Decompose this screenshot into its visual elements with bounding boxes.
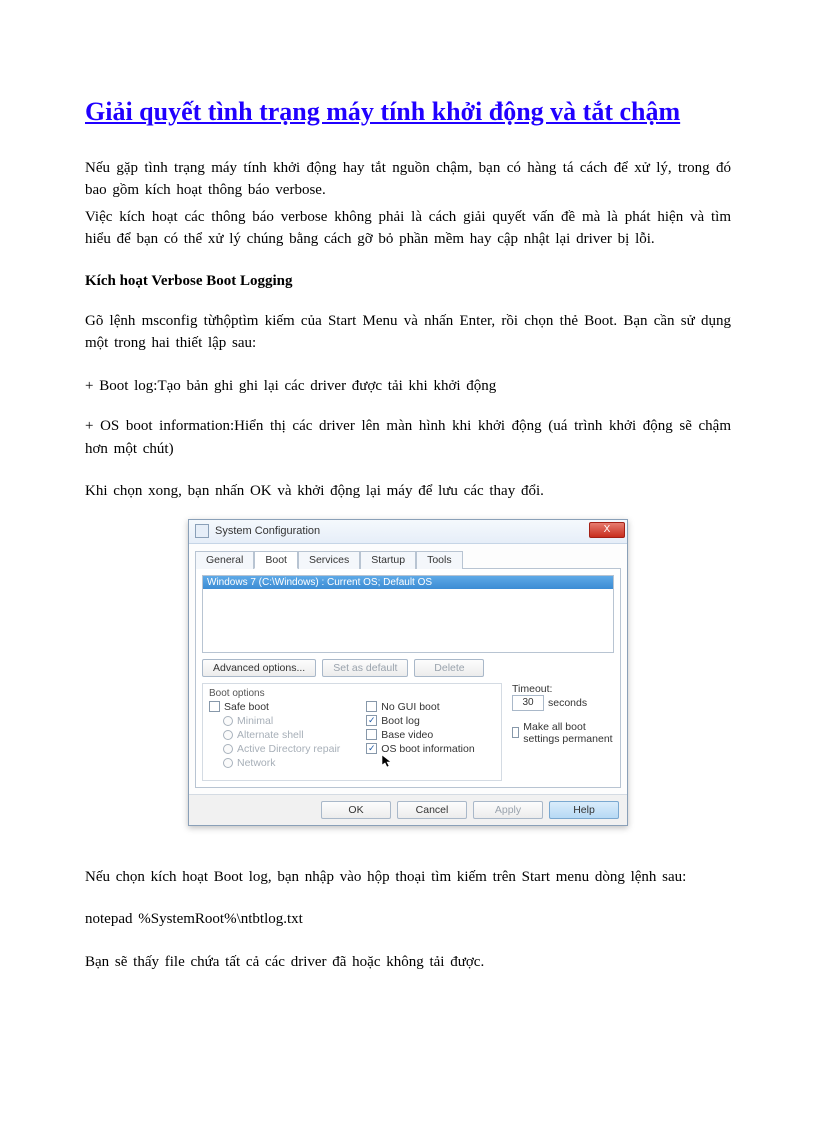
cancel-button[interactable]: Cancel [397, 801, 467, 819]
nogui-checkbox[interactable]: No GUI boot [366, 701, 474, 713]
boot-options-right-col: No GUI boot ✓ Boot log Base video [366, 701, 474, 774]
timeout-label: Timeout: [512, 683, 614, 695]
basevideo-label: Base video [381, 729, 433, 741]
dialog-button-row: OK Cancel Apply Help [189, 794, 627, 825]
timeout-unit: seconds [548, 697, 587, 709]
advanced-options-button[interactable]: Advanced options... [202, 659, 316, 677]
timeout-input[interactable]: 30 [512, 695, 544, 711]
altshell-label: Alternate shell [237, 729, 304, 741]
ok-button[interactable]: OK [321, 801, 391, 819]
checkbox-icon [366, 729, 377, 740]
dialog-titlebar: System Configuration X [189, 520, 627, 544]
tab-boot-body: Windows 7 (C:\Windows) : Current OS; Def… [195, 568, 621, 788]
altshell-radio: Alternate shell [209, 729, 340, 741]
bootlog-label: Boot log [381, 715, 420, 727]
dialog-title: System Configuration [215, 525, 320, 537]
radio-icon [223, 744, 233, 754]
paragraph-2: Việc kích hoạt các thông báo verbose khô… [85, 206, 731, 251]
osbootinfo-label: OS boot information [381, 743, 474, 755]
basevideo-checkbox[interactable]: Base video [366, 729, 474, 741]
nogui-label: No GUI boot [381, 701, 439, 713]
radio-icon [223, 716, 233, 726]
system-configuration-dialog: System Configuration X General Boot Serv… [188, 519, 628, 826]
boot-options-legend: Boot options [209, 688, 495, 699]
cursor-icon [382, 755, 490, 772]
safe-boot-checkbox[interactable]: Safe boot [209, 701, 340, 713]
dialog-container: System Configuration X General Boot Serv… [85, 519, 731, 826]
checkbox-checked-icon: ✓ [366, 715, 377, 726]
minimal-radio: Minimal [209, 715, 340, 727]
radio-icon [223, 730, 233, 740]
boot-options-left-col: Safe boot Minimal Alternate shell [209, 701, 340, 774]
os-listbox[interactable]: Windows 7 (C:\Windows) : Current OS; Def… [202, 575, 614, 653]
checkbox-checked-icon: ✓ [366, 743, 377, 754]
tab-general[interactable]: General [195, 551, 254, 569]
paragraph-8: notepad %SystemRoot%\ntbtlog.txt [85, 908, 731, 931]
app-icon [195, 524, 209, 538]
options-row: Boot options Safe boot Minimal [202, 683, 614, 781]
os-list-item[interactable]: Windows 7 (C:\Windows) : Current OS; Def… [203, 576, 613, 589]
osbootinfo-checkbox[interactable]: ✓ OS boot information [366, 743, 474, 755]
page-title: Giải quyết tình trạng máy tính khởi động… [85, 95, 731, 129]
tab-services[interactable]: Services [298, 551, 360, 569]
paragraph-7: Nếu chọn kích hoạt Boot log, bạn nhập và… [85, 866, 731, 889]
safe-boot-label: Safe boot [224, 701, 269, 713]
paragraph-9: Bạn sẽ thấy file chứa tất cả các driver … [85, 951, 731, 974]
delete-button[interactable]: Delete [414, 659, 484, 677]
checkbox-icon [512, 727, 519, 738]
paragraph-5: + OS boot information:Hiển thị các drive… [85, 415, 731, 460]
section-heading: Kích hoạt Verbose Boot Logging [85, 273, 731, 290]
mid-button-row: Advanced options... Set as default Delet… [202, 659, 614, 677]
set-default-button[interactable]: Set as default [322, 659, 408, 677]
network-radio: Network [209, 757, 340, 769]
paragraph-1: Nếu gặp tình trạng máy tính khởi động ha… [85, 157, 731, 202]
boot-options-group: Boot options Safe boot Minimal [202, 683, 502, 781]
timeout-group: Timeout: 30 seconds [512, 683, 614, 711]
adrepair-label: Active Directory repair [237, 743, 340, 755]
help-button[interactable]: Help [549, 801, 619, 819]
network-label: Network [237, 757, 276, 769]
tab-startup[interactable]: Startup [360, 551, 416, 569]
checkbox-icon [366, 701, 377, 712]
close-button[interactable]: X [589, 522, 625, 538]
radio-icon [223, 758, 233, 768]
minimal-label: Minimal [237, 715, 273, 727]
bootlog-checkbox[interactable]: ✓ Boot log [366, 715, 474, 727]
apply-button[interactable]: Apply [473, 801, 543, 819]
paragraph-3: Gõ lệnh msconfig từhộptìm kiếm của Start… [85, 310, 731, 355]
permanent-checkbox[interactable]: Make all boot settings permanent [512, 721, 614, 745]
permanent-label: Make all boot settings permanent [523, 721, 614, 745]
paragraph-6: Khi chọn xong, bạn nhấn OK và khởi động … [85, 480, 731, 503]
timeout-column: Timeout: 30 seconds Make all boot settin… [512, 683, 614, 781]
tab-tools[interactable]: Tools [416, 551, 463, 569]
tab-boot[interactable]: Boot [254, 551, 298, 569]
paragraph-4: + Boot log:Tạo bản ghi ghi lại các drive… [85, 375, 731, 398]
tab-strip: General Boot Services Startup Tools [189, 544, 627, 568]
adrepair-radio: Active Directory repair [209, 743, 340, 755]
checkbox-icon [209, 701, 220, 712]
